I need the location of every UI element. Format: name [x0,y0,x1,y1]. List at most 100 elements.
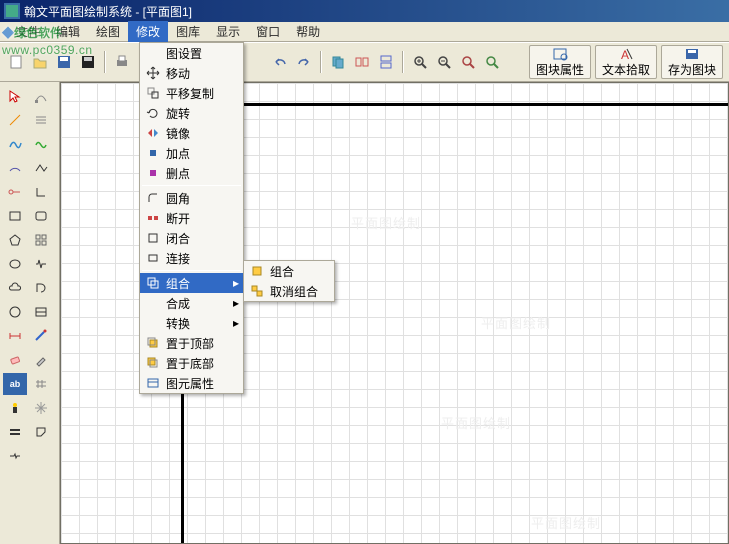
hatch-tool[interactable] [29,109,53,131]
select-tool[interactable] [3,85,27,107]
zoom-region-button[interactable] [457,51,479,73]
blank-icon [144,45,162,61]
cloud-tool[interactable] [3,277,27,299]
menu-modify[interactable]: 修改 [128,21,168,42]
menu-edit[interactable]: 编辑 [48,21,88,42]
rect-tool[interactable] [3,205,27,227]
menu-bar: 文件 编辑 绘图 修改 图库 显示 窗口 帮助 [0,22,729,42]
line-tool[interactable] [3,109,27,131]
zoom-in-button[interactable] [409,51,431,73]
menu-bring-front[interactable]: 置于顶部 [140,333,243,353]
menu-move[interactable]: 移动 [140,63,243,83]
menu-close-path[interactable]: 闭合 [140,228,243,248]
snap-tool[interactable] [29,397,53,419]
front-icon [144,335,162,351]
freehand-tool[interactable] [29,133,53,155]
block-props-label: 图块属性 [536,61,584,78]
text-pick-label: 文本拾取 [602,61,650,78]
print-button[interactable] [111,51,133,73]
menu-window[interactable]: 窗口 [248,21,288,42]
submenu-arrow-icon: ▸ [233,276,239,290]
roundrect-tool[interactable] [29,205,53,227]
menu-element-props[interactable]: 图元属性 [140,373,243,393]
node-tool[interactable] [29,85,53,107]
fillet-icon [144,190,162,206]
main-toolbar: 图块属性 A 文本拾取 存为图块 [0,42,729,82]
tile-v-button[interactable] [375,51,397,73]
circle-tool[interactable] [3,301,27,323]
zoom-fit-button[interactable] [481,51,503,73]
region-tool[interactable] [29,421,53,443]
menu-mirror[interactable]: 镜像 [140,123,243,143]
menu-copy-move[interactable]: 平移复制 [140,83,243,103]
connector-tool[interactable] [3,181,27,203]
menu-join[interactable]: 连接 [140,248,243,268]
menu-display[interactable]: 显示 [208,21,248,42]
zoom-out-button[interactable] [433,51,455,73]
polyline-tool[interactable] [29,157,53,179]
menu-settings[interactable]: 图设置 [140,43,243,63]
save-button[interactable] [53,51,75,73]
pulse-tool[interactable] [29,253,53,275]
watermark: 平面图绘制 [481,313,551,332]
separator [402,51,404,73]
menu-library[interactable]: 图库 [168,21,208,42]
submenu-arrow-icon: ▸ [233,316,239,330]
del-point-icon [144,165,162,181]
add-point-icon [144,145,162,161]
text-pick-button[interactable]: A 文本拾取 [595,45,657,79]
menu-add-point[interactable]: 加点 [140,143,243,163]
join-icon [144,250,162,266]
title-bar: 翰文平面图绘制系统 - [平面图1] [0,0,729,22]
back-icon [144,355,162,371]
ellipse-tool[interactable] [3,253,27,275]
menu-do-group[interactable]: 组合 [244,261,334,281]
arc-tool[interactable] [3,157,27,179]
menu-group[interactable]: 组合▸ [140,273,243,293]
curve-tool[interactable] [3,133,27,155]
menu-draw[interactable]: 绘图 [88,21,128,42]
hatch2-tool[interactable] [29,373,53,395]
menu-file[interactable]: 文件 [8,21,48,42]
text-tool[interactable]: ab [3,373,27,395]
break-tool[interactable] [3,445,27,467]
menu-ungroup[interactable]: 取消组合 [244,281,334,301]
watermark: 平面图绘制 [351,213,421,232]
menu-del-point[interactable]: 删点 [140,163,243,183]
text-pick-icon: A [618,47,634,61]
menu-convert[interactable]: 转换▸ [140,313,243,333]
open-button[interactable] [29,51,51,73]
undo-button[interactable] [269,51,291,73]
person-tool[interactable] [3,397,27,419]
wall-tool[interactable] [3,421,27,443]
menu-merge[interactable]: 合成▸ [140,293,243,313]
corner-tool[interactable] [29,181,53,203]
eraser-tool[interactable] [3,349,27,371]
separator [320,51,322,73]
polygon-tool[interactable] [3,229,27,251]
block-props-button[interactable]: 图块属性 [529,45,591,79]
separator [104,51,106,73]
menu-break[interactable]: 断开 [140,208,243,228]
group-icon [144,275,162,291]
blank-icon [144,295,162,311]
tool-palette: ab [0,82,60,544]
grid-tool[interactable] [29,229,53,251]
redo-button[interactable] [293,51,315,73]
save-block-button[interactable]: 存为图块 [661,45,723,79]
leader-tool[interactable] [29,325,53,347]
new-button[interactable] [5,51,27,73]
tile-h-button[interactable] [351,51,373,73]
menu-separator [142,185,241,186]
save2-button[interactable] [77,51,99,73]
dimension-tool[interactable] [3,325,27,347]
window-tool[interactable] [29,301,53,323]
dropper-tool[interactable] [29,349,53,371]
menu-rotate[interactable]: 旋转 [140,103,243,123]
menu-send-back[interactable]: 置于底部 [140,353,243,373]
door-tool[interactable] [29,277,53,299]
menu-separator [142,270,241,271]
menu-help[interactable]: 帮助 [288,21,328,42]
menu-fillet[interactable]: 圆角 [140,188,243,208]
copy-button[interactable] [327,51,349,73]
